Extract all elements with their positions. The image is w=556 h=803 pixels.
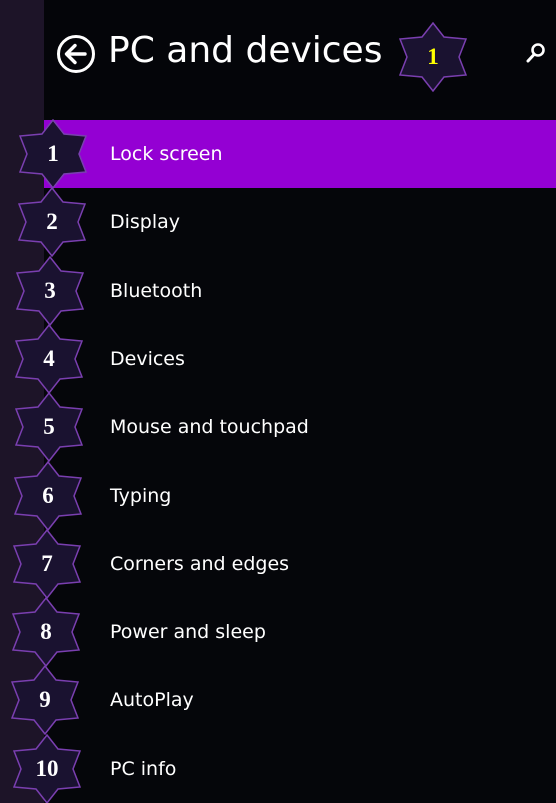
- number-badge: 10: [7, 734, 87, 803]
- badge-number: 6: [42, 483, 54, 508]
- menu-item-label: Display: [110, 211, 181, 233]
- badge-number: 10: [35, 756, 59, 781]
- menu-item[interactable]: Display: [44, 188, 556, 256]
- header-badge: 1: [393, 22, 473, 92]
- number-badge: 2: [12, 187, 92, 257]
- menu-item-label: Power and sleep: [110, 621, 266, 643]
- menu-item-label: Lock screen: [110, 143, 223, 165]
- badge-number: 3: [44, 278, 56, 303]
- badge-number: 9: [39, 687, 51, 712]
- back-button[interactable]: [56, 34, 96, 74]
- number-badge: 1: [13, 119, 93, 189]
- badge-number: 1: [47, 141, 59, 166]
- menu-item-label: Corners and edges: [110, 553, 290, 575]
- header-badge-number: 1: [427, 44, 439, 69]
- number-badge: 3: [10, 256, 90, 326]
- menu-item-label: PC info: [110, 758, 177, 780]
- menu-item-label: Devices: [110, 348, 185, 370]
- menu-item[interactable]: Lock screen: [44, 120, 556, 188]
- search-icon: [526, 43, 545, 63]
- search-button[interactable]: [524, 40, 548, 66]
- badge-number: 2: [46, 209, 58, 234]
- number-badge: 4: [9, 324, 89, 394]
- number-badge: 5: [9, 392, 89, 462]
- menu-item-label: AutoPlay: [110, 689, 194, 711]
- badge-number: 7: [41, 551, 53, 576]
- menu-item[interactable]: Typing: [44, 462, 556, 530]
- number-badge: 9: [5, 665, 85, 735]
- back-arrow-circle-icon: [57, 35, 95, 73]
- menu-item-label: Mouse and touchpad: [110, 416, 309, 438]
- number-badge: 7: [7, 529, 87, 599]
- page-title: PC and devices: [108, 30, 383, 71]
- menu-item-label: Typing: [110, 485, 172, 507]
- menu-item[interactable]: Power and sleep: [44, 598, 556, 666]
- number-badge: 8: [6, 597, 86, 667]
- badge-number: 5: [43, 414, 55, 439]
- menu-item-label: Bluetooth: [110, 280, 203, 302]
- menu-item[interactable]: AutoPlay: [44, 666, 556, 734]
- menu-item[interactable]: PC info: [44, 735, 556, 803]
- menu-item[interactable]: Devices: [44, 325, 556, 393]
- menu-item[interactable]: Corners and edges: [44, 530, 556, 598]
- menu-item[interactable]: Mouse and touchpad: [44, 393, 556, 461]
- menu-item[interactable]: Bluetooth: [44, 257, 556, 325]
- badge-number: 4: [43, 346, 55, 371]
- settings-page: PC and devices 1 Lock screen 1 Display 2 Blu…: [0, 0, 556, 803]
- number-badge: 6: [8, 461, 88, 531]
- badge-number: 8: [40, 619, 52, 644]
